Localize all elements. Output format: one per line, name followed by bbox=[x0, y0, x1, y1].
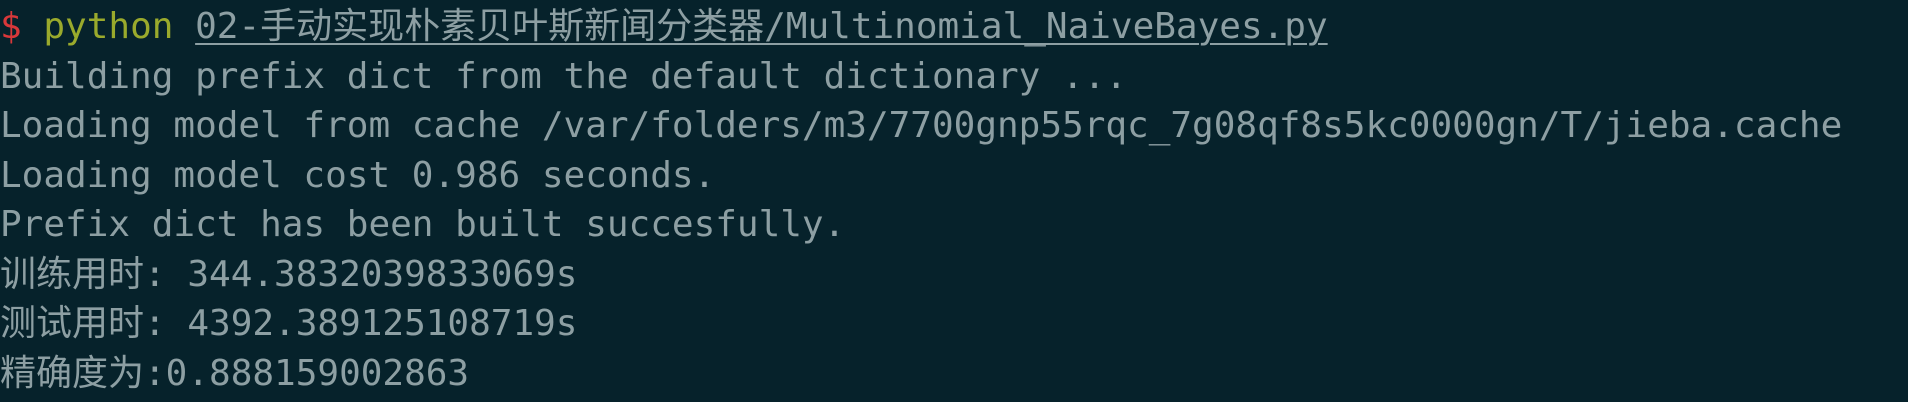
output-line-loading-cache: Loading model from cache /var/folders/m3… bbox=[0, 105, 1843, 146]
output-line-load-cost: Loading model cost 0.986 seconds. bbox=[0, 154, 716, 196]
command-name: python bbox=[43, 6, 174, 47]
output-line-prefix-built: Prefix dict has been built succesfully. bbox=[0, 204, 846, 245]
terminal-window[interactable]: $ python 02-手动实现朴素贝叶斯新闻分类器/Multinomial_N… bbox=[0, 0, 1908, 402]
output-line-accuracy: 精确度为:0.888159002863 bbox=[0, 352, 470, 394]
prompt-symbol: $ bbox=[0, 6, 22, 47]
output-line-building: Building prefix dict from the default di… bbox=[0, 55, 1128, 97]
output-line-train-time: 训练用时: 344.3832039833069s bbox=[0, 253, 578, 295]
command-argument-path[interactable]: 02-手动实现朴素贝叶斯新闻分类器/Multinomial_NaiveBayes… bbox=[195, 6, 1328, 47]
output-line-test-time: 测试用时: 4392.389125108719s bbox=[0, 303, 578, 344]
command-line: $ python 02-手动实现朴素贝叶斯新闻分类器/Multinomial_N… bbox=[0, 2, 1908, 52]
